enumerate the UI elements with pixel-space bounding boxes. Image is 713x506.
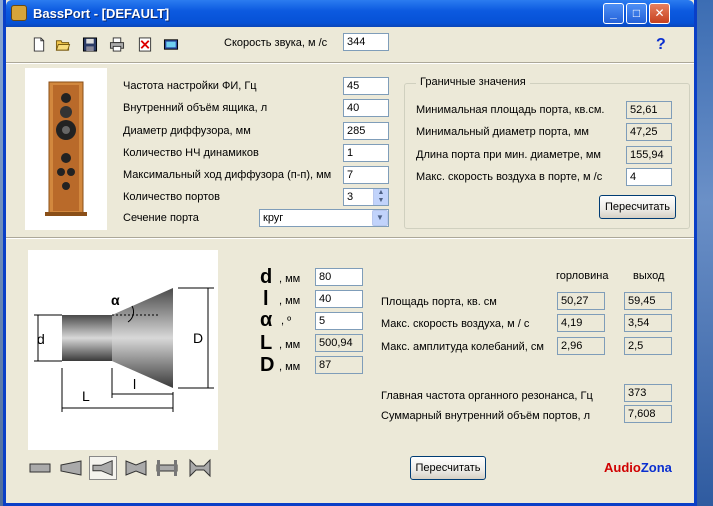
cone-diameter-label: Диаметр диффузора, мм	[123, 125, 251, 137]
max-air-speed-label: Макс. скорость воздуха, м / с	[381, 318, 530, 330]
min-diameter-value: 47,25	[626, 123, 672, 141]
dim-alpha-symbol: α	[260, 309, 273, 331]
dim-L-unit: , мм	[279, 339, 301, 351]
dim-l-unit: , мм	[279, 295, 301, 307]
new-file-icon[interactable]	[31, 37, 47, 52]
port-section-value: круг	[263, 212, 284, 224]
dim-D-unit: , мм	[279, 361, 301, 373]
organ-resonance-label: Главная частота органного резонанса, Гц	[381, 390, 593, 402]
port-count-stepper[interactable]: ▲ ▼	[373, 189, 388, 205]
open-folder-icon[interactable]	[55, 37, 71, 52]
recalc-results-button[interactable]: Пересчитать	[410, 456, 486, 480]
dim-d-input[interactable]: 80	[315, 268, 363, 286]
dim-d-unit: , мм	[279, 273, 301, 285]
port-count-label: Количество портов	[123, 191, 220, 203]
close-button[interactable]: ✕	[649, 3, 670, 24]
min-diameter-label: Минимальный диаметр порта, мм	[416, 126, 589, 138]
app-icon	[11, 5, 27, 21]
dim-D-value: 87	[315, 356, 363, 374]
max-excursion-label: Максимальный ход диффузора (п-п), мм	[123, 169, 332, 181]
length-at-min-label: Длина порта при мин. диаметре, мм	[416, 149, 601, 161]
woofer-count-label: Количество НЧ динамиков	[123, 147, 259, 159]
min-area-label: Минимальная площадь порта, кв.см.	[416, 104, 605, 116]
port-area-label: Площадь порта, кв. см	[381, 296, 497, 308]
recalc-limits-button[interactable]: Пересчитать	[599, 195, 676, 219]
calculator-icon[interactable]	[163, 37, 179, 52]
double-flare-icon[interactable]	[122, 456, 150, 480]
speaker-cabinet-image	[25, 68, 107, 230]
brand-logo: AudioZona	[604, 460, 672, 475]
max-amplitude-label: Макс. амплитуда колебаний, см	[381, 341, 544, 353]
total-volume-label: Суммарный внутренний объём портов, л	[381, 410, 591, 422]
separator-middle	[6, 237, 694, 239]
sound-speed-input[interactable]: 344	[343, 33, 389, 51]
tuning-freq-input[interactable]: 45	[343, 77, 389, 95]
diagram-label-alpha: α	[111, 292, 120, 308]
bassport-window: BassPort - [DEFAULT] _ □ ✕ Скорость звук…	[3, 0, 697, 506]
maximize-button[interactable]: □	[626, 3, 647, 24]
double-flare-ends-icon[interactable]	[186, 456, 214, 480]
spin-up-icon[interactable]: ▲	[374, 189, 388, 197]
dim-l-input[interactable]: 40	[315, 290, 363, 308]
box-volume-label: Внутренний объём ящика, л	[123, 102, 268, 114]
max-excursion-input[interactable]: 7	[343, 166, 389, 184]
dim-alpha-unit: , º	[281, 315, 292, 327]
diagram-label-D: D	[193, 330, 204, 346]
window-title: BassPort - [DEFAULT]	[33, 6, 170, 21]
col-exit-header: выход	[633, 270, 665, 282]
limits-group-title: Граничные значения	[416, 76, 530, 88]
max-amplitude-exit: 2,5	[624, 337, 672, 355]
port-diagram	[28, 250, 218, 450]
cone-diameter-input[interactable]: 285	[343, 122, 389, 140]
cone-with-taper-icon[interactable]	[89, 456, 117, 480]
col-throat-header: горловина	[556, 270, 609, 282]
dim-L-symbol: L	[260, 332, 273, 354]
max-air-speed-limit-input[interactable]: 4	[626, 168, 672, 186]
desktop-right-strip	[697, 0, 713, 506]
separator-top	[6, 62, 694, 64]
delete-icon[interactable]	[137, 37, 153, 52]
print-icon[interactable]	[109, 37, 125, 52]
straight-tube-icon[interactable]	[26, 456, 54, 480]
max-air-speed-exit: 3,54	[624, 314, 672, 332]
min-area-value: 52,61	[626, 101, 672, 119]
port-area-throat: 50,27	[557, 292, 605, 310]
port-area-exit: 59,45	[624, 292, 672, 310]
diagram-label-l: l	[133, 376, 137, 392]
port-count-value: 3	[347, 191, 354, 203]
dim-alpha-input[interactable]: 5	[315, 312, 363, 330]
title-bar[interactable]: BassPort - [DEFAULT] _ □ ✕	[6, 0, 694, 27]
help-icon[interactable]: ?	[656, 36, 666, 54]
port-section-select[interactable]: круг	[259, 209, 389, 227]
max-air-speed-throat: 4,19	[557, 314, 605, 332]
diagram-label-d: d	[37, 331, 45, 347]
organ-resonance-value: 373	[624, 384, 672, 402]
dim-d-symbol: d	[260, 266, 273, 288]
port-section-label: Сечение порта	[123, 212, 199, 224]
diagram-label-L: L	[82, 388, 90, 404]
total-volume-value: 7,608	[624, 405, 672, 423]
dim-D-symbol: D	[260, 354, 275, 376]
dim-L-value: 500,94	[315, 334, 363, 352]
flanged-tube-icon[interactable]	[153, 456, 181, 480]
chevron-down-icon[interactable]: ▼	[372, 210, 388, 226]
save-icon[interactable]	[82, 37, 98, 52]
brand-zona-text: Zona	[640, 460, 672, 475]
cone-tube-icon[interactable]	[57, 456, 85, 480]
toolbar: Скорость звука, м /с 344 ?	[6, 27, 694, 61]
brand-audio-text: Audio	[604, 460, 641, 475]
max-air-speed-limit-label: Макс. скорость воздуха в порте, м /с	[416, 171, 603, 183]
spin-down-icon[interactable]: ▼	[374, 197, 388, 205]
sound-speed-label: Скорость звука, м /с	[224, 37, 328, 49]
woofer-count-input[interactable]: 1	[343, 144, 389, 162]
max-amplitude-throat: 2,96	[557, 337, 605, 355]
box-volume-input[interactable]: 40	[343, 99, 389, 117]
minimize-button[interactable]: _	[603, 3, 624, 24]
dim-l-symbol: l	[263, 288, 269, 310]
length-at-min-value: 155,94	[626, 146, 672, 164]
tuning-freq-label: Частота настройки ФИ, Гц	[123, 80, 257, 92]
